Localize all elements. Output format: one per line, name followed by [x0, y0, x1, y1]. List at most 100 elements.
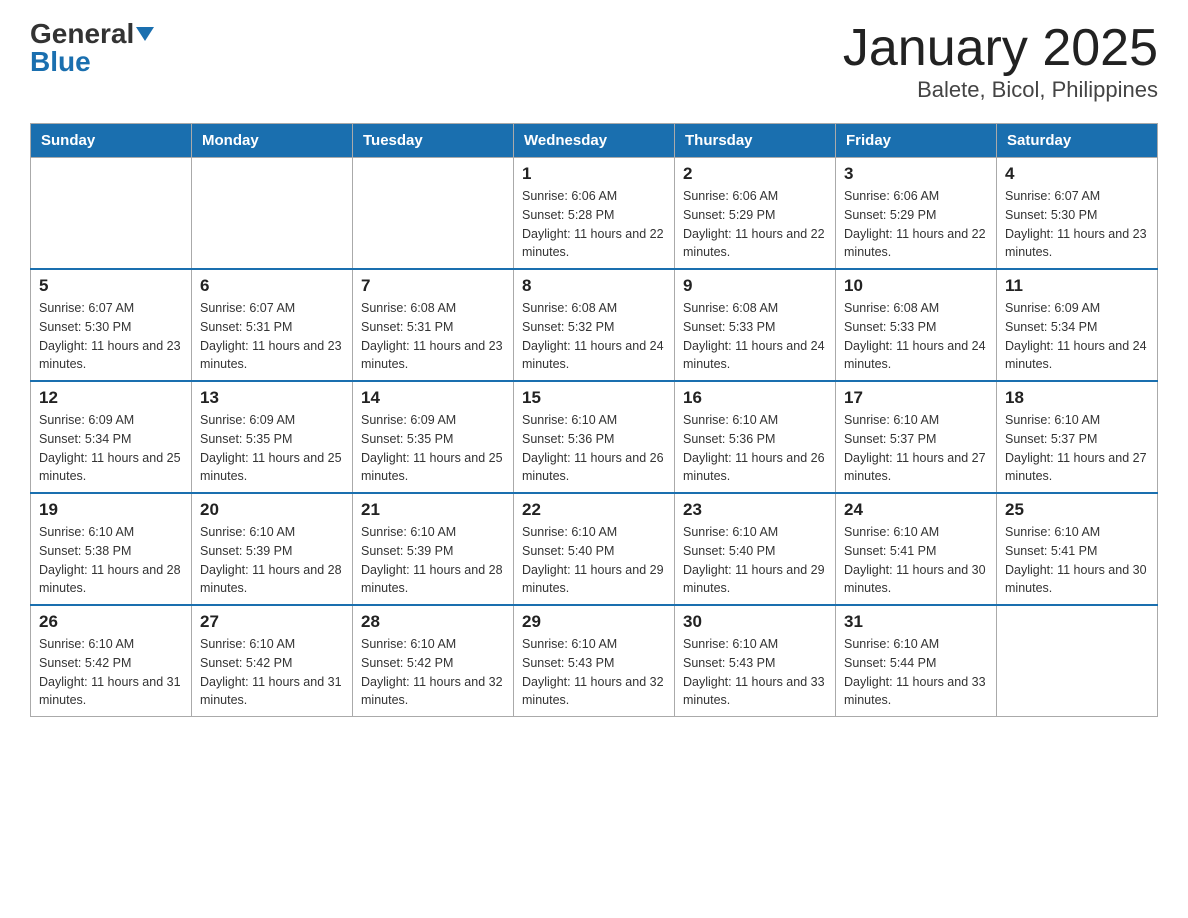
day-info: Sunrise: 6:10 AMSunset: 5:37 PMDaylight:… — [1005, 411, 1149, 486]
calendar-cell: 26 Sunrise: 6:10 AMSunset: 5:42 PMDayligh… — [31, 605, 192, 717]
day-number: 28 — [361, 612, 505, 632]
calendar-cell: 31Sunrise: 6:10 AMSunset: 5:44 PMDayligh… — [836, 605, 997, 717]
calendar-cell: 16 Sunrise: 6:10 AMSunset: 5:36 PMDayligh… — [675, 381, 836, 493]
calendar-cell: 15 Sunrise: 6:10 AMSunset: 5:36 PMDayligh… — [514, 381, 675, 493]
calendar-cell — [192, 158, 353, 270]
day-info: Sunrise: 6:10 AMSunset: 5:42 PMDaylight:… — [39, 635, 183, 710]
day-number: 13 — [200, 388, 344, 408]
day-info: Sunrise: 6:07 AMSunset: 5:30 PMDaylight:… — [1005, 187, 1149, 262]
calendar-cell: 2 Sunrise: 6:06 AMSunset: 5:29 PMDaylight… — [675, 158, 836, 270]
day-header-thursday: Thursday — [675, 124, 836, 158]
week-row-1: 1Sunrise: 6:06 AMSunset: 5:28 PMDaylight… — [31, 158, 1158, 270]
day-info: Sunrise: 6:10 AMSunset: 5:40 PMDaylight:… — [683, 523, 827, 598]
day-info: Sunrise: 6:10 AMSunset: 5:42 PMDaylight:… — [361, 635, 505, 710]
calendar-cell: 24 Sunrise: 6:10 AMSunset: 5:41 PMDayligh… — [836, 493, 997, 605]
calendar-cell: 4 Sunrise: 6:07 AMSunset: 5:30 PMDaylight… — [997, 158, 1158, 270]
day-info: Sunrise: 6:07 AMSunset: 5:31 PMDaylight:… — [200, 299, 344, 374]
calendar-cell: 27Sunrise: 6:10 AMSunset: 5:42 PMDayligh… — [192, 605, 353, 717]
calendar-cell: 14Sunrise: 6:09 AMSunset: 5:35 PMDayligh… — [353, 381, 514, 493]
day-info: Sunrise: 6:09 AMSunset: 5:35 PMDaylight:… — [361, 411, 505, 486]
calendar-subtitle: Balete, Bicol, Philippines — [843, 77, 1158, 103]
calendar-cell: 7 Sunrise: 6:08 AMSunset: 5:31 PMDaylight… — [353, 269, 514, 381]
day-info: Sunrise: 6:09 AMSunset: 5:34 PMDaylight:… — [1005, 299, 1149, 374]
calendar-table: SundayMondayTuesdayWednesdayThursdayFrid… — [30, 123, 1158, 717]
day-number: 20 — [200, 500, 344, 520]
calendar-cell: 6 Sunrise: 6:07 AMSunset: 5:31 PMDaylight… — [192, 269, 353, 381]
calendar-cell: 22Sunrise: 6:10 AMSunset: 5:40 PMDayligh… — [514, 493, 675, 605]
day-info: Sunrise: 6:09 AMSunset: 5:34 PMDaylight:… — [39, 411, 183, 486]
day-info: Sunrise: 6:10 AMSunset: 5:43 PMDaylight:… — [683, 635, 827, 710]
calendar-cell: 8 Sunrise: 6:08 AMSunset: 5:32 PMDaylight… — [514, 269, 675, 381]
calendar-cell: 5 Sunrise: 6:07 AMSunset: 5:30 PMDaylight… — [31, 269, 192, 381]
calendar-cell — [31, 158, 192, 270]
calendar-cell: 1Sunrise: 6:06 AMSunset: 5:28 PMDaylight… — [514, 158, 675, 270]
day-info: Sunrise: 6:10 AMSunset: 5:36 PMDaylight:… — [522, 411, 666, 486]
day-number: 31 — [844, 612, 988, 632]
day-number: 24 — [844, 500, 988, 520]
logo-general-text: General — [30, 20, 134, 48]
calendar-cell: 13Sunrise: 6:09 AMSunset: 5:35 PMDayligh… — [192, 381, 353, 493]
calendar-cell: 11 Sunrise: 6:09 AMSunset: 5:34 PMDayligh… — [997, 269, 1158, 381]
calendar-cell — [353, 158, 514, 270]
day-headers-row: SundayMondayTuesdayWednesdayThursdayFrid… — [31, 124, 1158, 158]
day-info: Sunrise: 6:10 AMSunset: 5:37 PMDaylight:… — [844, 411, 988, 486]
day-number: 23 — [683, 500, 827, 520]
calendar-cell: 12Sunrise: 6:09 AMSunset: 5:34 PMDayligh… — [31, 381, 192, 493]
calendar-cell: 28 Sunrise: 6:10 AMSunset: 5:42 PMDayligh… — [353, 605, 514, 717]
day-number: 11 — [1005, 276, 1149, 296]
day-number: 7 — [361, 276, 505, 296]
calendar-cell: 29 Sunrise: 6:10 AMSunset: 5:43 PMDayligh… — [514, 605, 675, 717]
day-header-sunday: Sunday — [31, 124, 192, 158]
day-number: 6 — [200, 276, 344, 296]
calendar-cell: 30 Sunrise: 6:10 AMSunset: 5:43 PMDayligh… — [675, 605, 836, 717]
day-header-wednesday: Wednesday — [514, 124, 675, 158]
calendar-cell: 19Sunrise: 6:10 AMSunset: 5:38 PMDayligh… — [31, 493, 192, 605]
day-number: 1 — [522, 164, 666, 184]
day-number: 16 — [683, 388, 827, 408]
day-number: 15 — [522, 388, 666, 408]
day-info: Sunrise: 6:08 AMSunset: 5:33 PMDaylight:… — [683, 299, 827, 374]
day-number: 8 — [522, 276, 666, 296]
day-number: 25 — [1005, 500, 1149, 520]
day-header-friday: Friday — [836, 124, 997, 158]
day-header-tuesday: Tuesday — [353, 124, 514, 158]
header: General Blue January 2025 Balete, Bicol,… — [30, 20, 1158, 103]
day-number: 2 — [683, 164, 827, 184]
calendar-cell: 18Sunrise: 6:10 AMSunset: 5:37 PMDayligh… — [997, 381, 1158, 493]
day-info: Sunrise: 6:08 AMSunset: 5:31 PMDaylight:… — [361, 299, 505, 374]
day-header-monday: Monday — [192, 124, 353, 158]
day-header-saturday: Saturday — [997, 124, 1158, 158]
week-row-5: 26 Sunrise: 6:10 AMSunset: 5:42 PMDayligh… — [31, 605, 1158, 717]
day-number: 27 — [200, 612, 344, 632]
logo: General Blue — [30, 20, 154, 76]
calendar-cell: 20Sunrise: 6:10 AMSunset: 5:39 PMDayligh… — [192, 493, 353, 605]
title-area: January 2025 Balete, Bicol, Philippines — [843, 20, 1158, 103]
week-row-3: 12Sunrise: 6:09 AMSunset: 5:34 PMDayligh… — [31, 381, 1158, 493]
day-number: 10 — [844, 276, 988, 296]
day-number: 17 — [844, 388, 988, 408]
day-number: 9 — [683, 276, 827, 296]
week-row-4: 19Sunrise: 6:10 AMSunset: 5:38 PMDayligh… — [31, 493, 1158, 605]
day-info: Sunrise: 6:07 AMSunset: 5:30 PMDaylight:… — [39, 299, 183, 374]
day-number: 22 — [522, 500, 666, 520]
logo-triangle-icon — [136, 27, 154, 41]
logo-blue-text: Blue — [30, 48, 91, 76]
day-info: Sunrise: 6:08 AMSunset: 5:33 PMDaylight:… — [844, 299, 988, 374]
day-info: Sunrise: 6:10 AMSunset: 5:43 PMDaylight:… — [522, 635, 666, 710]
day-info: Sunrise: 6:10 AMSunset: 5:39 PMDaylight:… — [361, 523, 505, 598]
day-number: 4 — [1005, 164, 1149, 184]
day-number: 21 — [361, 500, 505, 520]
day-info: Sunrise: 6:10 AMSunset: 5:36 PMDaylight:… — [683, 411, 827, 486]
day-info: Sunrise: 6:08 AMSunset: 5:32 PMDaylight:… — [522, 299, 666, 374]
day-number: 30 — [683, 612, 827, 632]
calendar-cell: 25Sunrise: 6:10 AMSunset: 5:41 PMDayligh… — [997, 493, 1158, 605]
calendar-cell — [997, 605, 1158, 717]
day-number: 26 — [39, 612, 183, 632]
day-number: 29 — [522, 612, 666, 632]
calendar-cell: 9 Sunrise: 6:08 AMSunset: 5:33 PMDaylight… — [675, 269, 836, 381]
day-number: 5 — [39, 276, 183, 296]
day-info: Sunrise: 6:10 AMSunset: 5:41 PMDaylight:… — [844, 523, 988, 598]
calendar-cell: 3Sunrise: 6:06 AMSunset: 5:29 PMDaylight… — [836, 158, 997, 270]
day-info: Sunrise: 6:06 AMSunset: 5:29 PMDaylight:… — [844, 187, 988, 262]
day-info: Sunrise: 6:06 AMSunset: 5:29 PMDaylight:… — [683, 187, 827, 262]
